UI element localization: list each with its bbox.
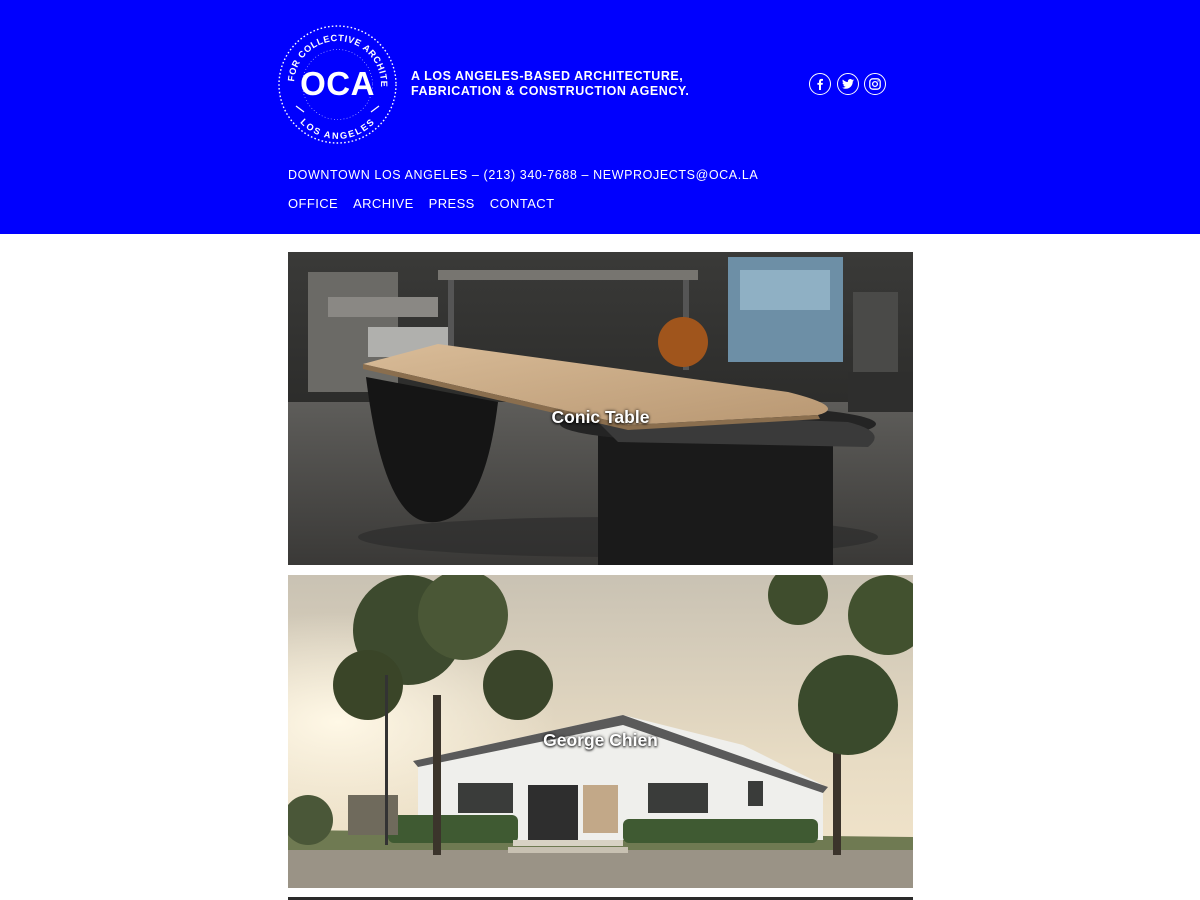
project-title: Conic Table (551, 407, 650, 427)
instagram-link[interactable] (864, 73, 886, 95)
facebook-link[interactable] (809, 73, 831, 95)
nav-office[interactable]: OFFICE (288, 196, 338, 211)
main-nav: OFFICE ARCHIVE PRESS CONTACT (288, 196, 554, 211)
nav-press[interactable]: PRESS (429, 196, 475, 211)
site-header: OFFICE FOR COLLECTIVE ARCHITECTURE LOS A… (0, 0, 1200, 234)
nav-archive[interactable]: ARCHIVE (353, 196, 414, 211)
tagline: A LOS ANGELES-BASED ARCHITECTURE, FABRIC… (411, 69, 731, 99)
logo-ring-bottom-text: LOS ANGELES (299, 117, 376, 141)
logo-wordmark: OCA (300, 65, 375, 102)
project-title: George Chien (543, 730, 658, 750)
oca-logo[interactable]: OFFICE FOR COLLECTIVE ARCHITECTURE LOS A… (277, 24, 398, 145)
instagram-icon (869, 78, 881, 90)
project-card-conic-table[interactable]: Conic Table (288, 252, 913, 565)
facebook-icon (817, 78, 823, 90)
contact-info: DOWNTOWN LOS ANGELES – (213) 340-7688 – … (288, 168, 759, 182)
twitter-link[interactable] (837, 73, 859, 95)
tagline-line-1: A LOS ANGELES-BASED ARCHITECTURE, (411, 69, 684, 83)
twitter-icon (842, 79, 854, 89)
tagline-line-2: FABRICATION & CONSTRUCTION AGENCY. (411, 84, 690, 98)
svg-text:LOS ANGELES: LOS ANGELES (299, 117, 377, 141)
project-card-george-chien[interactable]: George Chien (288, 575, 913, 888)
nav-contact[interactable]: CONTACT (490, 196, 555, 211)
